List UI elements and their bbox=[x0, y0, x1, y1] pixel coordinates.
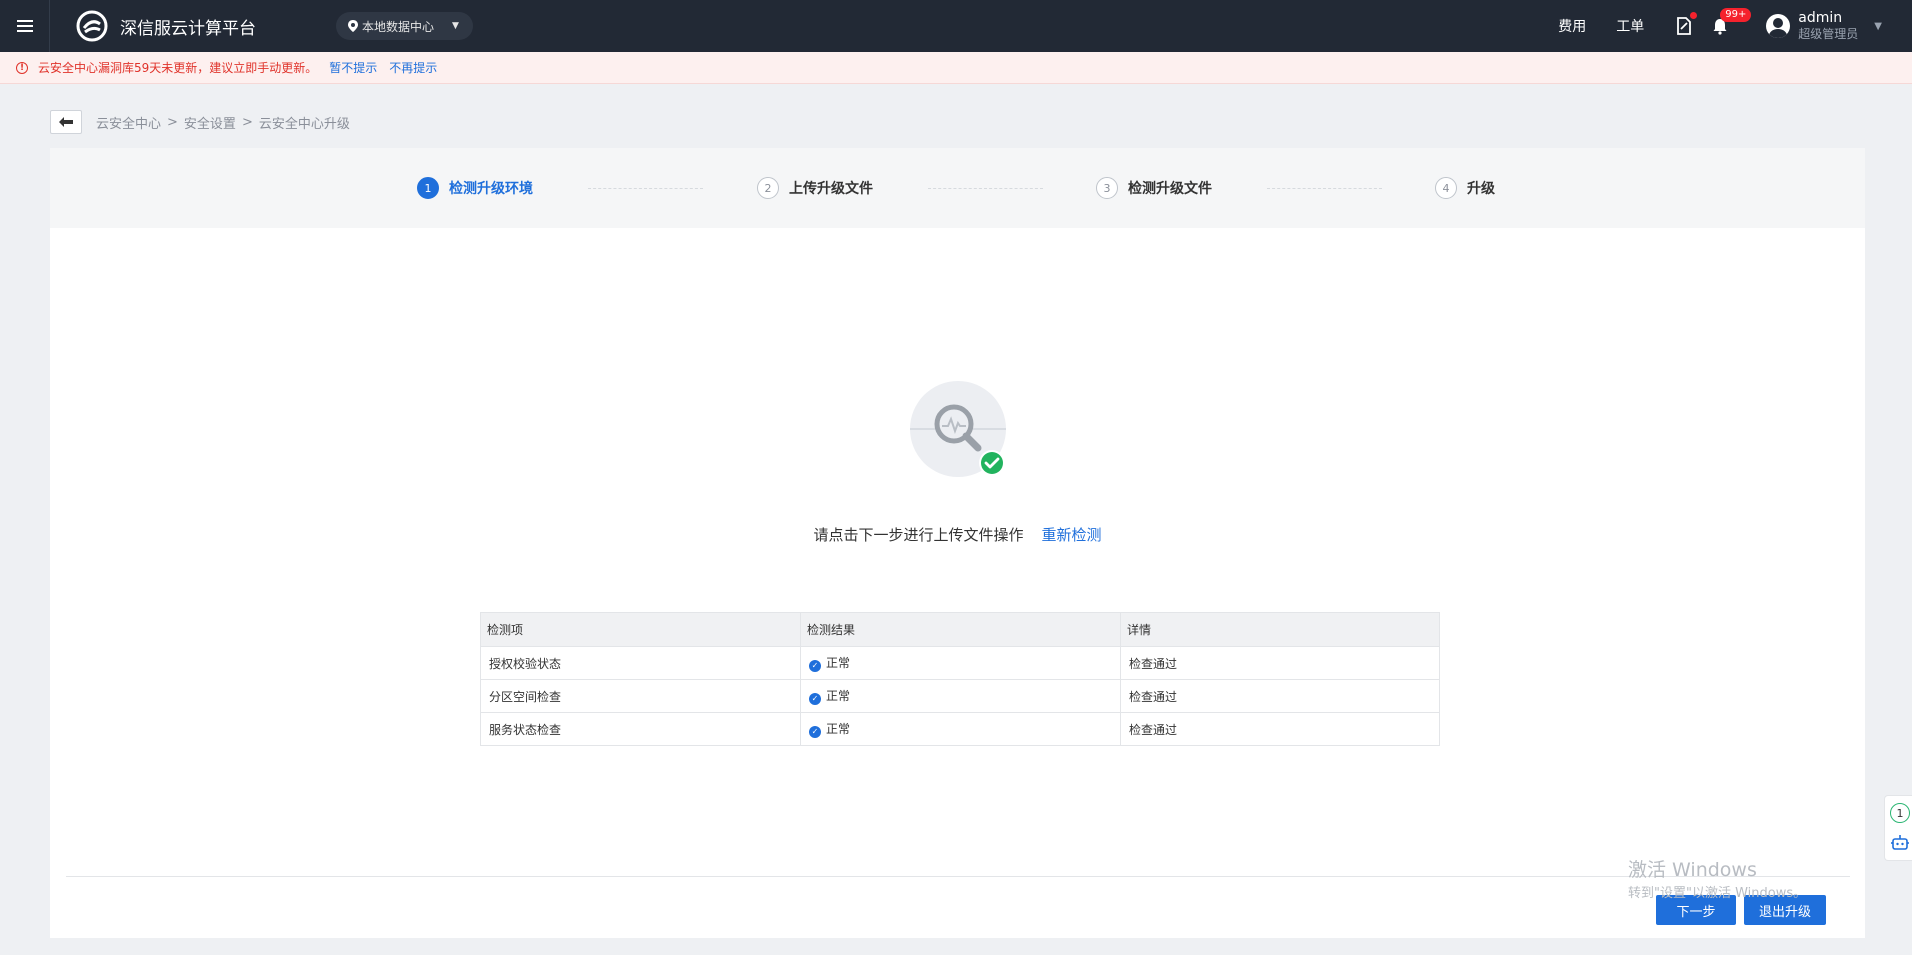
user-role: 超级管理员 bbox=[1798, 27, 1859, 41]
step-label: 检测升级文件 bbox=[1128, 181, 1212, 197]
arrow-left-icon bbox=[59, 117, 73, 127]
document-icon[interactable] bbox=[1674, 12, 1698, 36]
back-button[interactable] bbox=[50, 110, 82, 134]
cell-result: ✓ 正常 bbox=[800, 646, 1121, 680]
result-text: 正常 bbox=[826, 722, 851, 737]
breadcrumb-separator: > bbox=[241, 114, 253, 130]
step-connector bbox=[928, 188, 1043, 189]
step-number: 2 bbox=[757, 177, 779, 199]
result-text: 正常 bbox=[826, 689, 851, 704]
step-connector bbox=[588, 188, 703, 189]
side-float-panel: 1 bbox=[1884, 795, 1912, 861]
hamburger-menu-icon[interactable] bbox=[0, 0, 50, 52]
brand-title: 深信服云计算平台 bbox=[120, 18, 256, 39]
user-name: admin bbox=[1798, 10, 1843, 26]
table-row: 授权校验状态 ✓ 正常 检查通过 bbox=[480, 646, 1440, 680]
table-row: 服务状态检查 ✓ 正常 检查通过 bbox=[480, 712, 1440, 746]
breadcrumb-item-security-settings[interactable]: 安全设置 bbox=[184, 113, 236, 132]
step-check-environment: 1 检测升级环境 bbox=[417, 177, 533, 199]
column-header-item: 检测项 bbox=[480, 612, 801, 647]
dismiss-later-link[interactable]: 暂不提示 bbox=[329, 59, 377, 76]
table-row: 分区空间检查 ✓ 正常 检查通过 bbox=[480, 679, 1440, 713]
fees-link[interactable]: 费用 bbox=[1558, 16, 1586, 36]
robot-assistant-icon[interactable] bbox=[1891, 834, 1909, 852]
tickets-link[interactable]: 工单 bbox=[1616, 16, 1644, 36]
step-label: 升级 bbox=[1467, 181, 1495, 197]
breadcrumb-item-upgrade: 云安全中心升级 bbox=[258, 116, 350, 132]
cell-detail: 检查通过 bbox=[1120, 646, 1440, 680]
alert-message: 云安全中心漏洞库59天未更新，建议立即手动更新。 bbox=[38, 61, 318, 75]
step-number: 3 bbox=[1096, 177, 1118, 199]
bell-icon[interactable]: 99+ bbox=[1710, 8, 1752, 36]
retest-link[interactable]: 重新检测 bbox=[1042, 526, 1102, 544]
result-message: 请点击下一步进行上传文件操作 bbox=[813, 526, 1024, 544]
column-header-detail: 详情 bbox=[1120, 612, 1440, 647]
step-upgrade: 4 升级 bbox=[1435, 177, 1495, 199]
datacenter-label: 本地数据中心 bbox=[362, 19, 435, 34]
update-alert-bar: ! 云安全中心漏洞库59天未更新，建议立即手动更新。 暂不提示 不再提示 bbox=[0, 52, 1912, 84]
cell-result: ✓ 正常 bbox=[800, 679, 1121, 713]
step-upload-file: 2 上传升级文件 bbox=[757, 177, 873, 199]
step-connector bbox=[1267, 188, 1382, 189]
cell-detail: 检查通过 bbox=[1120, 712, 1440, 746]
notification-badge: 99+ bbox=[1720, 8, 1752, 22]
upgrade-steps: 1 检测升级环境 2 上传升级文件 3 检测升级文件 4 升级 bbox=[50, 148, 1865, 228]
cell-result: ✓ 正常 bbox=[800, 712, 1121, 746]
cell-item: 分区空间检查 bbox=[480, 679, 801, 713]
step-label: 检测升级环境 bbox=[449, 181, 533, 197]
brand[interactable]: 深信服云计算平台 bbox=[76, 10, 256, 42]
cell-item: 授权校验状态 bbox=[480, 646, 801, 680]
check-circle-icon: ✓ bbox=[809, 659, 821, 672]
user-menu[interactable]: admin 超级管理员 ▼ bbox=[1766, 10, 1882, 42]
info-circle-icon: ! bbox=[16, 61, 28, 74]
document-dot bbox=[1690, 12, 1698, 19]
column-header-result: 检测结果 bbox=[800, 612, 1121, 647]
breadcrumb-item-cloud-security[interactable]: 云安全中心 bbox=[96, 113, 161, 132]
brand-logo-icon bbox=[76, 10, 108, 42]
check-circle-icon: ✓ bbox=[809, 725, 821, 738]
breadcrumb-separator: > bbox=[167, 114, 178, 130]
caret-down-icon: ▼ bbox=[452, 21, 459, 31]
result-message-row: 请点击下一步进行上传文件操作 重新检测 bbox=[50, 524, 1865, 545]
chevron-down-icon: ▼ bbox=[1874, 20, 1882, 32]
location-pin-icon bbox=[348, 20, 358, 32]
step-number: 1 bbox=[417, 177, 439, 199]
check-results-table: 检测项 检测结果 详情 授权校验状态 ✓ 正常 检查通过 分区空间检查 ✓ 正常 检… bbox=[480, 612, 1440, 746]
breadcrumb: 云安全中心 > 安全设置 > 云安全中心升级 bbox=[50, 110, 350, 134]
step-label: 上传升级文件 bbox=[789, 181, 873, 197]
check-success-illustration-icon bbox=[910, 381, 1006, 477]
upgrade-card: 1 检测升级环境 2 上传升级文件 3 检测升级文件 4 升级 请点击下一步进行… bbox=[50, 148, 1865, 938]
exit-upgrade-button[interactable]: 退出升级 bbox=[1744, 895, 1826, 925]
table-header-row: 检测项 检测结果 详情 bbox=[480, 612, 1440, 647]
cell-detail: 检查通过 bbox=[1120, 679, 1440, 713]
check-circle-icon: ✓ bbox=[809, 692, 821, 705]
footer-divider bbox=[66, 876, 1850, 877]
top-navbar: 深信服云计算平台 本地数据中心 ▼ 费用 工单 99+ admin 超级管理员 … bbox=[0, 0, 1912, 52]
step-check-file: 3 检测升级文件 bbox=[1096, 177, 1212, 199]
datacenter-select[interactable]: 本地数据中心 ▼ bbox=[336, 12, 473, 40]
cell-item: 服务状态检查 bbox=[480, 712, 801, 746]
avatar bbox=[1766, 14, 1791, 38]
result-text: 正常 bbox=[826, 656, 851, 671]
next-step-button[interactable]: 下一步 bbox=[1656, 895, 1736, 925]
side-count-badge[interactable]: 1 bbox=[1890, 803, 1910, 823]
step-number: 4 bbox=[1435, 177, 1457, 199]
dismiss-forever-link[interactable]: 不再提示 bbox=[389, 59, 437, 76]
